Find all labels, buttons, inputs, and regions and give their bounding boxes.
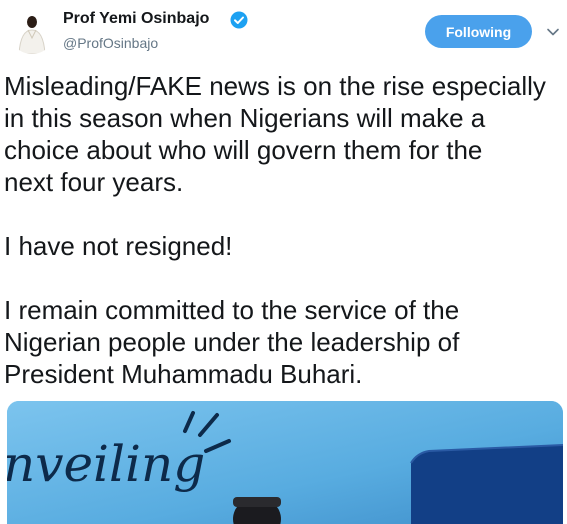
tweet-line: Misleading/FAKE news is on the rise espe…: [4, 71, 546, 101]
tweet-line: in this season when Nigerians will make …: [4, 103, 486, 133]
tweet-line: President Muhammadu Buhari.: [4, 359, 363, 389]
following-button[interactable]: Following: [425, 15, 532, 48]
display-name[interactable]: Prof Yemi Osinbajo: [63, 10, 209, 28]
sign-text: nveiling: [7, 435, 205, 493]
tweet-line: I remain committed to the service of the: [4, 295, 460, 325]
verified-badge-icon: [230, 11, 248, 29]
tweet-line: next four years.: [4, 167, 184, 197]
tweet-line: Nigerian people under the leadership of: [4, 327, 460, 357]
tweet-card: Prof Yemi Osinbajo @ProfOsinbajo Followi…: [0, 0, 567, 524]
photo-image: nveiling: [7, 401, 563, 524]
chevron-down-icon[interactable]: [545, 24, 561, 40]
tweet-line: I have not resigned!: [4, 231, 233, 261]
tweet-media-photo[interactable]: nveiling: [7, 401, 563, 524]
avatar-image: [9, 8, 55, 54]
tweet-text: Misleading/FAKE news is on the rise espe…: [4, 70, 564, 390]
avatar[interactable]: [9, 8, 55, 54]
tweet-line: choice about who will govern them for th…: [4, 135, 483, 165]
user-handle[interactable]: @ProfOsinbajo: [63, 35, 158, 51]
